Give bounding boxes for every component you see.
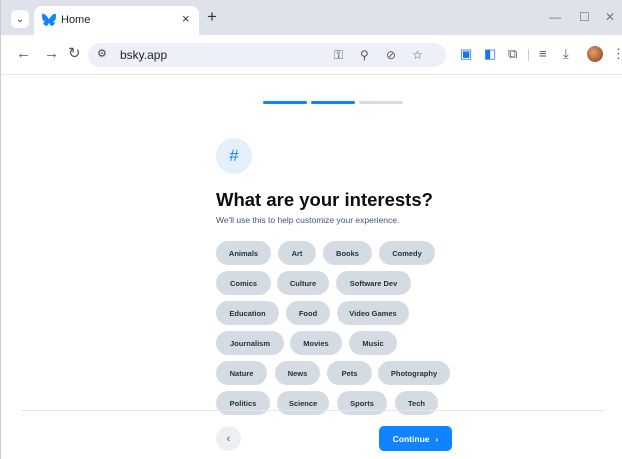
interest-chip[interactable]: Pets (327, 361, 372, 385)
page-content: # What are your interests? We'll use thi… (1, 75, 622, 459)
puzzle-extensions-icon[interactable]: ⧉ (508, 46, 517, 62)
chevron-left-icon: ‹ (226, 432, 231, 445)
continue-label: Continue (392, 433, 430, 444)
back-icon[interactable]: ← (16, 46, 31, 62)
hashtag-icon: # (216, 138, 252, 174)
url-text[interactable]: bsky.app (120, 48, 167, 62)
bookmark-star-icon[interactable]: ☆ (412, 47, 423, 63)
interest-chip[interactable]: Art (278, 241, 316, 265)
tab-strip: ⌄ Home × + — ☐ ✕ (1, 0, 622, 35)
continue-button[interactable]: Continue › (379, 426, 452, 451)
site-info-icon[interactable]: ⚙ (97, 47, 107, 60)
page-title: What are your interests? (216, 189, 433, 210)
interest-chip[interactable]: Sports (337, 391, 387, 415)
interest-chip[interactable]: Nature (216, 361, 267, 385)
interest-chip[interactable]: Journalism (216, 331, 284, 355)
chevron-right-icon: › (435, 433, 439, 444)
hashtag-symbol: # (229, 146, 239, 165)
interest-chip[interactable]: Software Dev (336, 271, 411, 295)
extension-translate-icon[interactable]: ▣ (460, 46, 472, 62)
interest-chip[interactable]: Science (277, 391, 329, 415)
reload-icon[interactable]: ↻ (68, 46, 81, 62)
interest-chip[interactable]: Movies (290, 331, 342, 355)
interest-chip[interactable]: Tech (395, 391, 438, 415)
browser-toolbar: ← → ↻ ⚙ bsky.app ⚿ ⚲ ⊘ ☆ ▣ ◧ ⧉ ≡ ⤓ ⋮ (1, 35, 622, 75)
progress-step (263, 101, 307, 104)
interest-chip[interactable]: Photography (378, 361, 450, 385)
interest-chip[interactable]: Music (349, 331, 397, 355)
interest-chip[interactable]: Books (323, 241, 372, 265)
tab-close-icon[interactable]: × (182, 12, 190, 26)
eye-off-icon[interactable]: ⊘ (386, 47, 396, 63)
progress-step (359, 101, 403, 104)
tab-home[interactable]: Home × (34, 6, 199, 35)
interest-chip[interactable]: Education (216, 301, 279, 325)
forward-icon[interactable]: → (44, 46, 59, 62)
page-subtitle: We'll use this to help customize your ex… (216, 215, 400, 225)
zoom-icon[interactable]: ⚲ (360, 47, 369, 63)
interest-chip[interactable]: Comics (216, 271, 271, 295)
interest-chip[interactable]: Animals (216, 241, 271, 265)
reading-list-icon[interactable]: ≡ (539, 46, 547, 62)
progress-step (311, 101, 355, 104)
tab-title: Home (61, 14, 91, 26)
extension-icon[interactable]: ◧ (484, 46, 496, 62)
bluesky-favicon-icon (42, 13, 56, 26)
back-button[interactable]: ‹ (216, 426, 241, 451)
interest-chip[interactable]: News (275, 361, 320, 385)
password-key-icon[interactable]: ⚿ (334, 47, 343, 63)
interest-chip[interactable]: Politics (216, 391, 270, 415)
tab-search-icon[interactable]: ⌄ (11, 10, 29, 28)
menu-dots-icon[interactable]: ⋮ (612, 46, 622, 62)
footer-divider (21, 410, 604, 411)
maximize-button[interactable]: ☐ (579, 10, 590, 24)
browser-window: ⌄ Home × + — ☐ ✕ ← → ↻ ⚙ bsky.app ⚿ ⚲ ⊘ … (0, 0, 622, 459)
toolbar-separator (528, 49, 529, 61)
profile-avatar[interactable] (587, 46, 603, 62)
interest-chip[interactable]: Comedy (379, 241, 435, 265)
interest-chip[interactable]: Food (286, 301, 330, 325)
minimize-button[interactable]: — (549, 10, 561, 24)
close-window-button[interactable]: ✕ (605, 10, 615, 24)
interest-chip[interactable]: Culture (277, 271, 329, 295)
interest-chip[interactable]: Video Games (337, 301, 409, 325)
download-icon[interactable]: ⤓ (563, 46, 569, 62)
address-bar[interactable]: ⚙ bsky.app ⚿ ⚲ ⊘ ☆ (88, 43, 446, 67)
new-tab-button[interactable]: + (207, 8, 217, 26)
